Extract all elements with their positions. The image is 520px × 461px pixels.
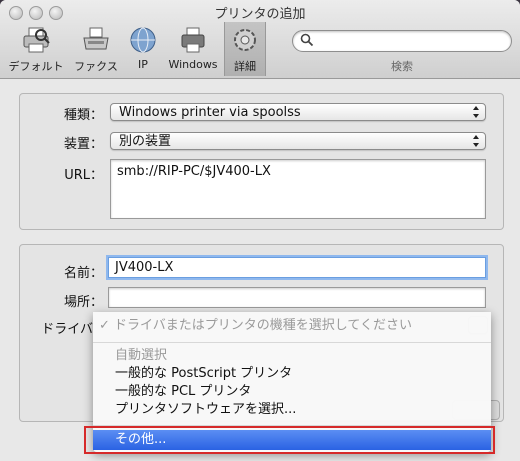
toolbar-advanced-button[interactable]: 詳細 xyxy=(224,22,266,76)
location-label: 場所： xyxy=(63,295,103,310)
device-popup[interactable]: 別の装置 xyxy=(110,132,486,150)
search-label: 検索 xyxy=(391,60,413,73)
add-printer-window: プリンタの追加 デフォルト ファクス IP Windows 詳細 検索 種類： … xyxy=(0,0,520,461)
fax-icon xyxy=(70,22,122,58)
menu-section-auto-select: 自動選択 xyxy=(115,348,168,363)
device-value: 別の装置 xyxy=(119,134,172,149)
menu-item-generic-pcl[interactable]: 一般的な PCL プリンタ xyxy=(93,383,491,401)
window-title: プリンタの追加 xyxy=(214,7,306,22)
name-label: 名前： xyxy=(63,266,103,281)
printer-icon xyxy=(6,22,66,58)
popup-arrows-icon xyxy=(473,106,479,118)
name-field[interactable]: JV400-LX xyxy=(108,257,486,278)
toolbar-fax-label: ファクス xyxy=(74,60,118,73)
type-popup[interactable]: Windows printer via spoolss xyxy=(110,103,486,121)
url-label: URL： xyxy=(64,168,103,183)
toolbar-fax-button[interactable]: ファクス xyxy=(70,22,122,76)
type-label: 種類： xyxy=(63,108,103,123)
toolbar-advanced-label: 詳細 xyxy=(234,60,256,73)
location-field[interactable] xyxy=(108,287,486,308)
menu-item-select-driver[interactable]: ✓ ドライバまたはプリンタの機種を選択してください xyxy=(93,317,491,335)
search-icon xyxy=(300,33,314,47)
device-label: 装置： xyxy=(63,137,103,152)
menu-separator xyxy=(93,342,491,343)
toolbar-windows-button[interactable]: Windows xyxy=(166,22,220,76)
url-field[interactable]: smb://RIP-PC/$JV400-LX xyxy=(110,159,486,219)
menu-item-generic-postscript[interactable]: 一般的な PostScript プリンタ xyxy=(93,365,491,383)
search-input[interactable] xyxy=(292,30,512,52)
toolbar-ip-button[interactable]: IP xyxy=(125,22,161,76)
windows-printer-icon xyxy=(166,22,220,58)
gear-icon xyxy=(225,22,265,58)
type-value: Windows printer via spoolss xyxy=(119,105,301,120)
driver-label: ドライバ xyxy=(41,322,93,337)
toolbar-windows-label: Windows xyxy=(168,58,218,71)
menu-item-select-driver-label: ドライバまたはプリンタの機種を選択してください xyxy=(114,318,413,333)
toolbar-default-button[interactable]: デフォルト xyxy=(6,22,66,76)
checkmark-icon: ✓ xyxy=(99,318,110,333)
menu-item-select-software[interactable]: プリンタソフトウェアを選択... xyxy=(93,401,491,419)
toolbar-ip-label: IP xyxy=(138,58,148,71)
globe-icon xyxy=(125,22,161,58)
search-field[interactable] xyxy=(292,30,512,52)
popup-arrows-icon xyxy=(473,135,479,147)
annotation-highlight-box xyxy=(84,426,495,454)
toolbar-default-label: デフォルト xyxy=(8,60,64,73)
toolbar: プリンタの追加 デフォルト ファクス IP Windows 詳細 検索 xyxy=(0,0,520,79)
